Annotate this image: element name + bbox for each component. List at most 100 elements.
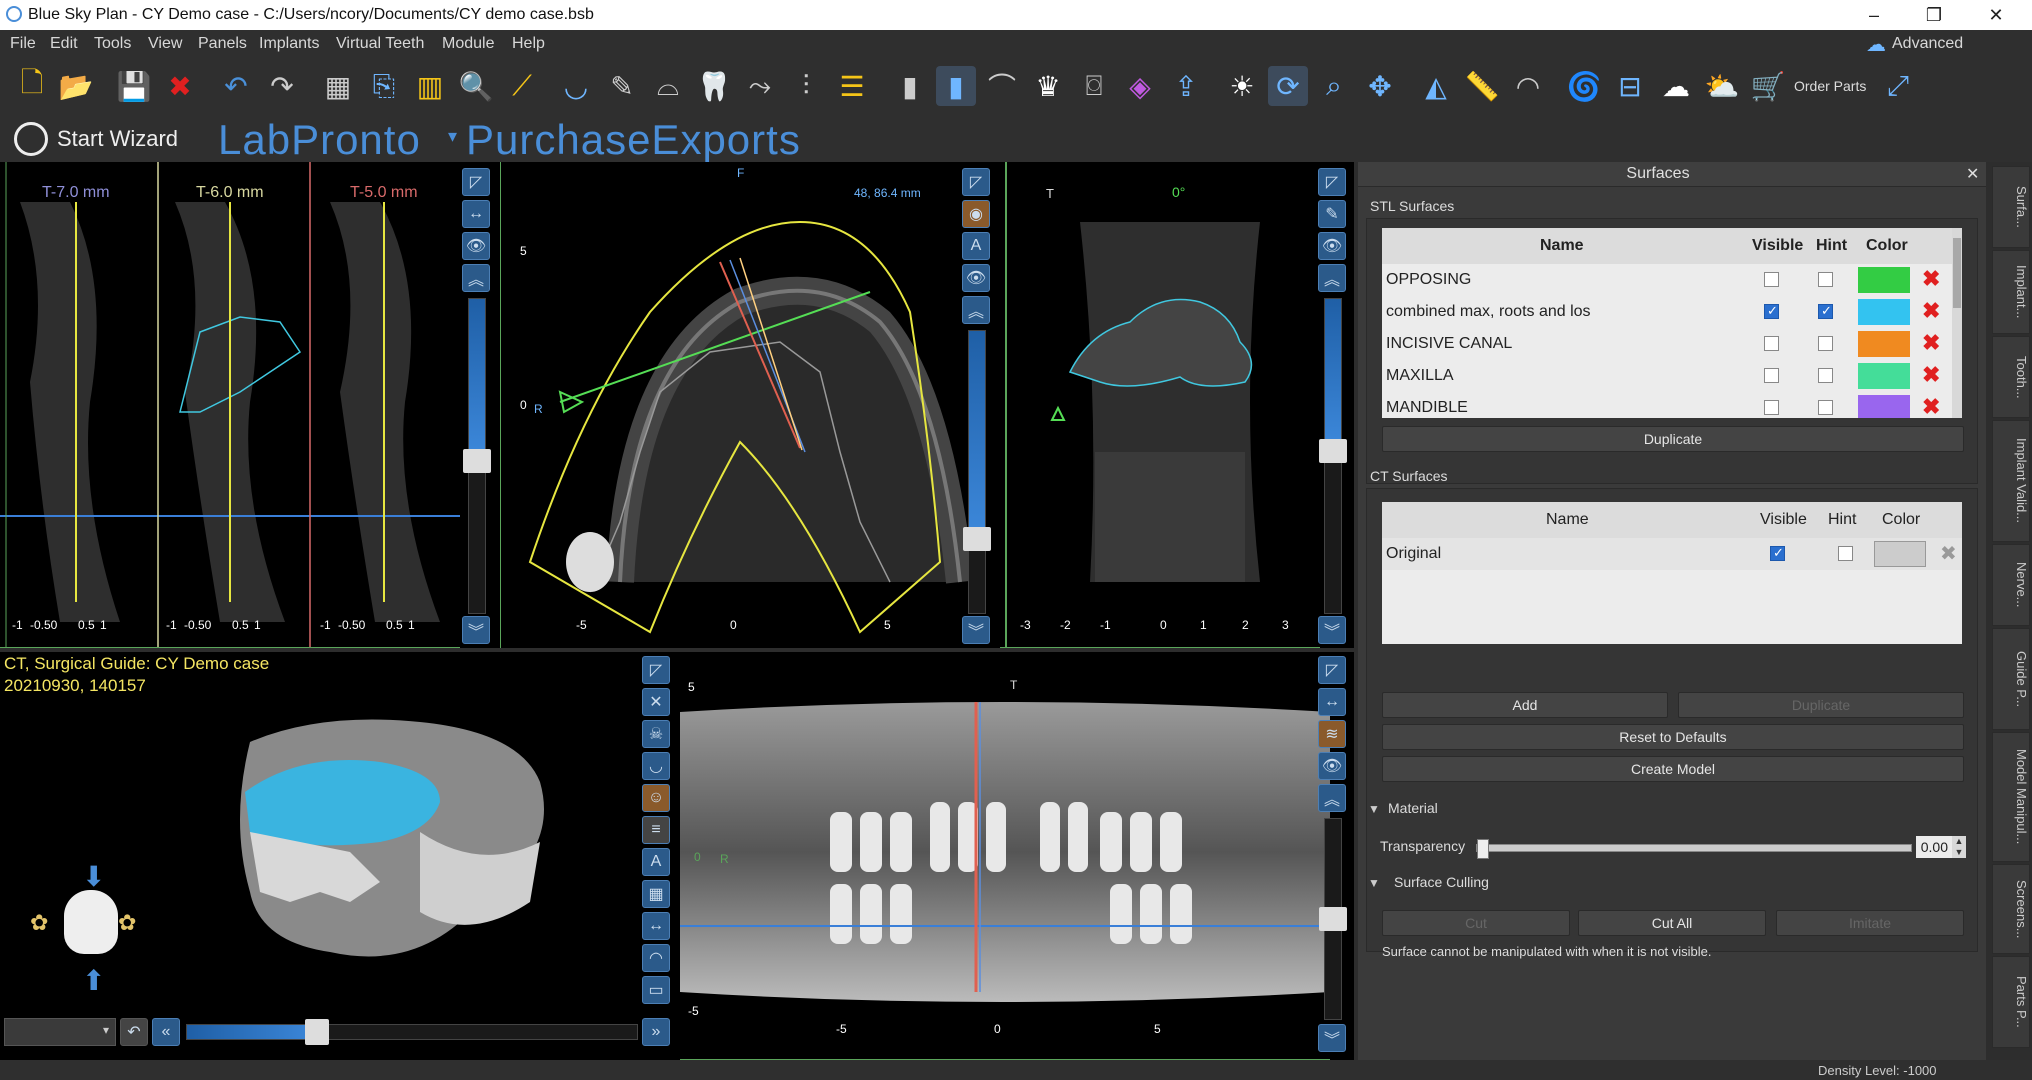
implant-gray-icon[interactable]: ▮ xyxy=(890,66,930,106)
ct-delete-icon[interactable]: ✖ xyxy=(1940,541,1957,566)
ct-add-button[interactable]: Add xyxy=(1382,692,1668,718)
tab-nerve[interactable]: Nerve... xyxy=(1992,544,2030,626)
annotation-icon[interactable]: A xyxy=(962,232,990,260)
zoom-view-icon[interactable]: ⌕ xyxy=(1314,66,1354,106)
close-case-icon[interactable]: ✖ xyxy=(160,66,200,106)
cut-plane-icon[interactable]: ✕ xyxy=(642,688,670,716)
slider-handle[interactable] xyxy=(463,449,491,473)
3d-clip-slider[interactable] xyxy=(186,1019,638,1045)
culling-collapse-icon[interactable]: ▼ xyxy=(1368,876,1380,890)
grid-icon[interactable]: ▦ xyxy=(642,880,670,908)
panoramic-viewport[interactable]: T R 5 0 -5 -5 0 5 ◸ ↔ ≋ 👁 ︽ ︾ xyxy=(680,652,1354,1060)
head-orientation-icon[interactable] xyxy=(64,890,118,954)
menu-view[interactable]: View xyxy=(148,35,182,53)
settings-list-icon[interactable]: ☰ xyxy=(832,66,872,106)
histogram-icon[interactable]: ◭ xyxy=(1416,66,1456,106)
create-model-button[interactable]: Create Model xyxy=(1382,756,1964,782)
redo-icon[interactable]: ↷ xyxy=(262,66,302,106)
imitate-button[interactable]: Imitate xyxy=(1776,910,1964,936)
stl-delete-icon[interactable]: ✖ xyxy=(1922,298,1940,324)
menu-help[interactable]: Help xyxy=(512,35,545,53)
coronal-viewport[interactable]: T 0° -3 -2 -1 0 1 2 3 ◸ ✎ 👁 ︽ ︾ xyxy=(1000,162,1354,648)
stl-row[interactable]: MAXILLA ✖ xyxy=(1382,360,1960,393)
ruler-tool-icon[interactable]: ✎ xyxy=(602,66,642,106)
screenshot-icon[interactable]: ▭ xyxy=(642,976,670,1004)
scroll-down-icon[interactable]: ︾ xyxy=(962,616,990,644)
implant-blue-icon[interactable]: ▮ xyxy=(936,66,976,106)
tab-guide-planning[interactable]: Guide P... xyxy=(1992,628,2030,730)
slider-handle[interactable] xyxy=(1477,839,1489,859)
stl-delete-icon[interactable]: ✖ xyxy=(1922,330,1940,356)
forward-icon[interactable]: » xyxy=(642,1018,670,1046)
skull-icon[interactable]: ☠ xyxy=(642,720,670,748)
nerve-trace-icon[interactable]: ≋ xyxy=(1318,720,1346,748)
material-collapse-icon[interactable]: ▼ xyxy=(1368,802,1380,816)
stl-color-swatch[interactable] xyxy=(1858,331,1910,357)
color-map-icon[interactable]: ◈ xyxy=(1120,66,1160,106)
width-tool-icon[interactable]: ↔ xyxy=(462,200,490,228)
transparency-slider[interactable] xyxy=(1476,839,1912,859)
stl-table-scrollbar[interactable] xyxy=(1952,228,1962,418)
stl-visible-checkbox[interactable] xyxy=(1764,336,1779,351)
tab-model-manipulation[interactable]: Model Manipul... xyxy=(1992,732,2030,862)
stl-duplicate-button[interactable]: Duplicate xyxy=(1382,426,1964,452)
ct-hint-checkbox[interactable] xyxy=(1838,546,1853,561)
crown-icon[interactable]: ♛ xyxy=(1028,66,1068,106)
slider-handle[interactable] xyxy=(1319,907,1347,931)
align-icon[interactable]: ⊟ xyxy=(1610,66,1650,106)
spiral-icon[interactable]: 🌀 xyxy=(1564,66,1604,106)
transparency-spinner[interactable]: ▲ ▼ xyxy=(1952,836,1966,858)
open-dicom-icon[interactable]: ⎘ xyxy=(364,66,404,106)
stl-row[interactable]: INCISIVE CANAL ✖ xyxy=(1382,328,1960,361)
tooth-icon[interactable]: 🦷 xyxy=(694,66,734,106)
scroll-up-icon[interactable]: ︽ xyxy=(962,296,990,324)
axial-slice-slider[interactable] xyxy=(963,330,991,614)
menu-edit[interactable]: Edit xyxy=(50,35,78,53)
slider-handle[interactable] xyxy=(1319,439,1347,463)
implant-tool-icon[interactable]: ◉ xyxy=(962,200,990,228)
3d-render-viewport[interactable]: CT, Surgical Guide: CY Demo case 2021093… xyxy=(0,652,680,1060)
select-tool-icon[interactable]: ◸ xyxy=(1318,656,1346,684)
stl-hint-checkbox[interactable] xyxy=(1818,336,1833,351)
tab-parts-panel[interactable]: Parts P... xyxy=(1992,956,2030,1048)
export-icon[interactable]: ⇪ xyxy=(1166,66,1206,106)
view-eye-icon[interactable]: 👁 xyxy=(462,232,490,260)
stl-delete-icon[interactable]: ✖ xyxy=(1922,394,1940,418)
menu-implants[interactable]: Implants xyxy=(259,35,319,53)
tab-implant-validation[interactable]: Implant Valid... xyxy=(1992,420,2030,542)
cross-section-viewport[interactable]: T-7.0 mm T-6.0 mm T-5.0 mm -1 -0.50 0.5 … xyxy=(0,162,500,648)
ct-color-swatch[interactable] xyxy=(1874,541,1926,567)
menu-file[interactable]: File xyxy=(10,35,36,53)
orientation-right-icon[interactable]: ✿ xyxy=(118,910,136,936)
tab-tooth[interactable]: Tooth... xyxy=(1992,336,2030,418)
new-file-icon[interactable]: 🗋 xyxy=(12,66,52,106)
stl-color-swatch[interactable] xyxy=(1858,299,1910,325)
stl-visible-checkbox[interactable] xyxy=(1764,400,1779,415)
ct-duplicate-button[interactable]: Duplicate xyxy=(1678,692,1964,718)
stl-hint-checkbox[interactable] xyxy=(1818,368,1833,383)
reset-defaults-button[interactable]: Reset to Defaults xyxy=(1382,724,1964,750)
stl-color-swatch[interactable] xyxy=(1858,395,1910,418)
undo-icon[interactable]: ↶ xyxy=(216,66,256,106)
jaw-icon[interactable]: ⌓ xyxy=(648,66,688,106)
scroll-down-icon[interactable]: ︾ xyxy=(1318,1024,1346,1052)
arch-view-icon[interactable]: ◡ xyxy=(642,752,670,780)
view-eye-icon[interactable]: 👁 xyxy=(962,264,990,292)
orientation-down-arrow-icon[interactable]: ⬆ xyxy=(82,964,105,997)
stl-hint-checkbox[interactable] xyxy=(1818,303,1833,319)
sleeve-icon[interactable]: ⌼ xyxy=(1074,66,1114,106)
menu-panels[interactable]: Panels xyxy=(198,35,247,53)
stl-visible-checkbox[interactable] xyxy=(1764,303,1779,319)
stl-row[interactable]: combined max, roots and los ✖ xyxy=(1382,296,1960,329)
panoramic-slice-slider[interactable] xyxy=(1319,818,1347,1020)
reset-view-icon[interactable]: ↶ xyxy=(120,1018,148,1046)
cut-all-button[interactable]: Cut All xyxy=(1578,910,1766,936)
teeth-icon[interactable]: ◠ xyxy=(642,944,670,972)
view-eye-icon[interactable]: 👁 xyxy=(1318,232,1346,260)
scroll-up-icon[interactable]: ︽ xyxy=(462,264,490,292)
cloud-icon[interactable]: ☁ xyxy=(1656,66,1696,106)
advanced-toggle[interactable]: Advanced xyxy=(1892,35,1963,53)
guide-icon[interactable]: ⌒ xyxy=(982,66,1022,106)
restore-button[interactable]: ❐ xyxy=(1914,2,1954,28)
scroll-down-icon[interactable]: ︾ xyxy=(462,616,490,644)
